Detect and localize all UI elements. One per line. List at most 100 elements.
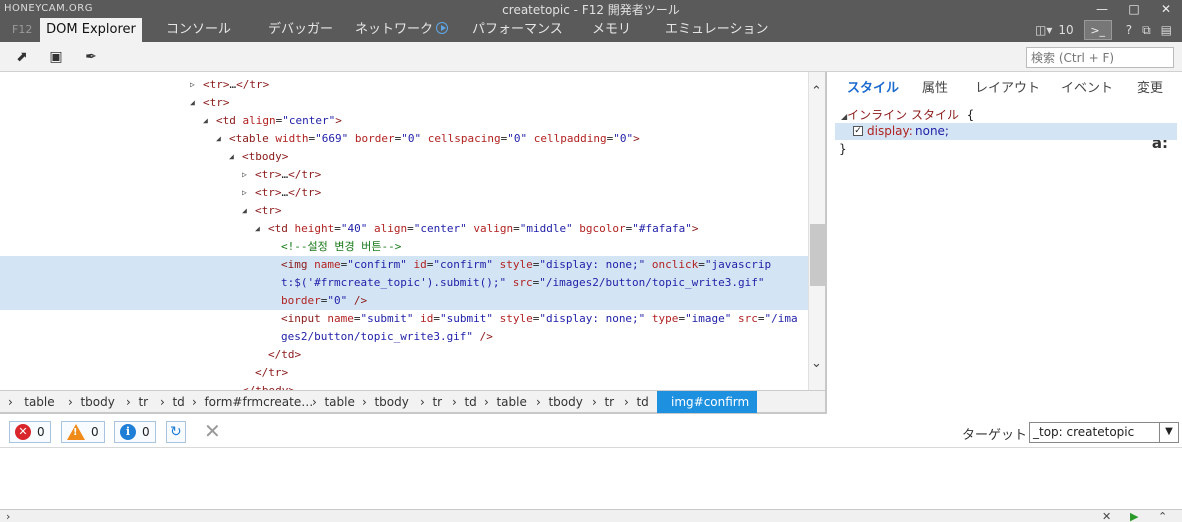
- color-picker-icon[interactable]: ✒: [82, 48, 100, 66]
- scroll-down-icon[interactable]: ⌄: [811, 356, 822, 371]
- tag-text: </tr>: [288, 168, 322, 181]
- play-icon: [436, 22, 449, 34]
- dom-node-row[interactable]: ◢ <td height="40" align="center" valign=…: [0, 220, 808, 238]
- breadcrumb-item[interactable]: › form#frmcreate…: [192, 391, 313, 413]
- scroll-up-icon[interactable]: ⌃: [811, 84, 822, 99]
- breadcrumb-item[interactable]: › tr: [126, 391, 148, 413]
- console-input-bar[interactable]: › ✕ ▶ ⌃: [0, 509, 1182, 522]
- undock-icon[interactable]: ⧉: [1142, 23, 1151, 38]
- scrollbar-thumb[interactable]: [810, 224, 825, 286]
- dom-node-row[interactable]: <input name="submit" id="submit" style="…: [0, 310, 808, 328]
- style-property-row[interactable]: ✓ display: none;: [835, 123, 1177, 140]
- expand-arrow-icon[interactable]: ▷: [190, 76, 195, 94]
- dom-node-row[interactable]: ◢ <tr>: [0, 202, 808, 220]
- collapse-arrow-icon[interactable]: ◢: [190, 94, 195, 112]
- collapse-arrow-icon[interactable]: ◢: [255, 220, 260, 238]
- tab-attributes[interactable]: 属性: [922, 77, 948, 96]
- attr-value: "0": [401, 132, 422, 145]
- dom-node-row[interactable]: ◢ <tbody>: [0, 148, 808, 166]
- breadcrumb-item[interactable]: › td: [452, 391, 477, 413]
- breadcrumb-item[interactable]: › tr: [592, 391, 614, 413]
- breadcrumb-item-current[interactable]: img#confirm: [657, 391, 758, 413]
- tab-events[interactable]: イベント: [1061, 77, 1113, 96]
- expand-arrow-icon[interactable]: ▷: [242, 166, 247, 184]
- dom-node-row[interactable]: ◢ <tr>: [0, 94, 808, 112]
- breadcrumb-label: tr: [432, 395, 443, 409]
- dom-node-row[interactable]: ▷ <tr>…</tr>: [0, 184, 808, 202]
- search-input[interactable]: [1026, 47, 1174, 68]
- breadcrumb-item[interactable]: › table: [484, 391, 527, 413]
- tab-styles[interactable]: スタイル: [847, 77, 899, 96]
- target-picker[interactable]: ◫▾ 10: [1035, 23, 1074, 37]
- breadcrumb-item[interactable]: › table: [312, 391, 355, 413]
- dom-tree[interactable]: ▷ <tr>…</tr> ◢ <tr> ◢ <td align="center"…: [0, 72, 808, 390]
- breadcrumb-item[interactable]: › td: [624, 391, 649, 413]
- attr-name: type: [645, 312, 679, 325]
- attr-value: "/ima: [764, 312, 798, 325]
- tab-network[interactable]: ネットワーク: [355, 18, 449, 42]
- attr-name: name: [307, 258, 341, 271]
- expand-arrow-icon[interactable]: ▷: [242, 184, 247, 202]
- tab-performance[interactable]: パフォーマンス: [472, 18, 563, 42]
- open-brace: {: [966, 108, 975, 122]
- breadcrumb-label: table: [496, 395, 527, 409]
- warnings-filter-button[interactable]: ! 0: [61, 421, 105, 443]
- attr-name: id: [406, 258, 427, 271]
- property-checkbox[interactable]: ✓: [853, 126, 863, 136]
- styles-pane: スタイル 属性 レイアウト イベント 変更 ◢インライン スタイル { a: ✓…: [825, 72, 1182, 414]
- tab-changes[interactable]: 変更: [1137, 77, 1163, 96]
- expand-icon[interactable]: ⌃: [1158, 510, 1167, 522]
- dom-node-row[interactable]: </td>: [0, 346, 808, 364]
- tab-memory[interactable]: メモリ: [592, 18, 631, 42]
- dom-node-row[interactable]: </tr>: [0, 364, 808, 382]
- console-toggle-button[interactable]: >_: [1083, 20, 1112, 40]
- run-icon[interactable]: ▶: [1130, 510, 1138, 522]
- console-output[interactable]: [0, 449, 1182, 509]
- breadcrumb-item[interactable]: › table: [8, 391, 55, 413]
- breadcrumb-item[interactable]: › tr: [420, 391, 442, 413]
- dom-node-row[interactable]: ◢ <td align="center">: [0, 112, 808, 130]
- dom-node-row[interactable]: </tbody>: [0, 382, 808, 390]
- maximize-button[interactable]: □: [1118, 0, 1150, 18]
- target-select[interactable]: _top: createtopic ▼: [1029, 422, 1179, 443]
- dom-node-row[interactable]: ▷ <tr>…</tr>: [0, 166, 808, 184]
- tab-debugger[interactable]: デバッガー: [268, 18, 333, 42]
- tab-console[interactable]: コンソール: [166, 18, 231, 42]
- dom-node-row-selected[interactable]: <img name="confirm" id="confirm" style="…: [0, 256, 808, 274]
- clear-console-icon[interactable]: ✕: [204, 419, 221, 443]
- tag-text: <tr>: [255, 168, 282, 181]
- dom-tree-scrollbar[interactable]: ⌃ ⌄: [808, 72, 825, 390]
- breadcrumb-item[interactable]: › tbody: [68, 391, 115, 413]
- dom-node-row-selected[interactable]: border="0" />: [0, 292, 808, 310]
- clear-on-navigate-button[interactable]: ↻: [166, 421, 186, 443]
- tab-emulation[interactable]: エミュレーション: [665, 18, 768, 42]
- select-element-icon[interactable]: ⬈: [13, 48, 31, 66]
- error-icon: ✕: [15, 424, 31, 440]
- dom-node-row[interactable]: <!--설정 변경 버튼-->: [0, 238, 808, 256]
- minimize-button[interactable]: —: [1086, 0, 1118, 18]
- collapse-arrow-icon[interactable]: ◢: [203, 112, 208, 130]
- dom-node-row[interactable]: ▷ <tr>…</tr>: [0, 76, 808, 94]
- tab-dom-explorer[interactable]: DOM Explorer: [40, 18, 142, 42]
- highlight-box-icon[interactable]: ▣: [47, 48, 65, 66]
- dock-bottom-icon[interactable]: ▤: [1161, 23, 1172, 37]
- breadcrumb-item[interactable]: › tbody: [536, 391, 583, 413]
- close-button[interactable]: ✕: [1150, 0, 1182, 18]
- dom-node-row[interactable]: ges2/button/topic_write3.gif" />: [0, 328, 808, 346]
- close-icon[interactable]: ✕: [1102, 510, 1111, 522]
- tag-text: <tr>: [203, 96, 230, 109]
- dom-node-row[interactable]: ◢ <table width="669" border="0" cellspac…: [0, 130, 808, 148]
- attr-value: "display: none;": [539, 258, 646, 271]
- collapse-arrow-icon[interactable]: ◢: [229, 148, 234, 166]
- property-value[interactable]: none;: [915, 124, 949, 138]
- help-button[interactable]: ?: [1126, 23, 1132, 37]
- info-filter-button[interactable]: i 0: [114, 421, 156, 443]
- breadcrumb-item[interactable]: › td: [160, 391, 185, 413]
- property-name[interactable]: display:: [867, 124, 913, 138]
- breadcrumb-item[interactable]: › tbody: [362, 391, 409, 413]
- errors-filter-button[interactable]: ✕ 0: [9, 421, 51, 443]
- collapse-arrow-icon[interactable]: ◢: [216, 130, 221, 148]
- tab-layout[interactable]: レイアウト: [975, 77, 1040, 96]
- collapse-arrow-icon[interactable]: ◢: [242, 202, 247, 220]
- dom-node-row-selected[interactable]: t:$('#frmcreate_topic').submit();" src="…: [0, 274, 808, 292]
